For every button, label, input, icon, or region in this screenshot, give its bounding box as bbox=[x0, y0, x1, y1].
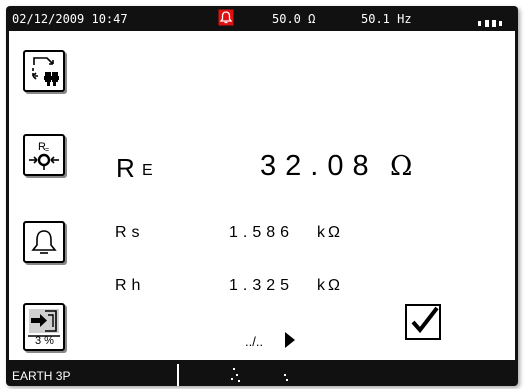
main-label-subscript: E bbox=[142, 162, 153, 179]
measurement-screen: R = 3 % R E 32.08 Ω Rs 1.586 kΩ Rh 1.325… bbox=[9, 31, 515, 360]
rh-value: 1.325 bbox=[229, 277, 295, 294]
alarm-bell-icon bbox=[31, 230, 57, 254]
rh-unit: kΩ bbox=[317, 277, 343, 294]
progress-dots-icon bbox=[228, 366, 298, 389]
more-pages-text: ../.. bbox=[245, 334, 264, 349]
next-page-icon[interactable] bbox=[284, 331, 296, 353]
status-bar: 02/12/2009 10:47 50.0 Ω 50.1 Hz bbox=[6, 6, 518, 31]
mode-label: EARTH 3P bbox=[12, 369, 71, 383]
battery-icon bbox=[478, 16, 502, 30]
measure-re-icon: R = bbox=[29, 141, 59, 170]
date-time: 02/12/2009 10:47 bbox=[12, 12, 128, 26]
export-button[interactable]: 3 % bbox=[23, 303, 65, 351]
measure-re-button[interactable]: R = bbox=[23, 134, 65, 176]
main-label: R bbox=[116, 153, 139, 183]
frequency-readout: 50.1 Hz bbox=[361, 12, 412, 26]
instrument-display: 02/12/2009 10:47 50.0 Ω 50.1 Hz R = 3 % … bbox=[6, 6, 518, 386]
main-value: 32.08 bbox=[260, 150, 378, 182]
rs-value: 1.586 bbox=[229, 224, 295, 241]
earth-stake-button[interactable] bbox=[23, 50, 65, 92]
main-unit: Ω bbox=[390, 151, 413, 182]
rh-label: Rh bbox=[115, 277, 146, 294]
rs-label: Rs bbox=[115, 224, 145, 241]
alarm-threshold-button[interactable] bbox=[23, 221, 65, 263]
bottom-bar: EARTH 3P bbox=[6, 360, 518, 386]
alarm-icon bbox=[218, 9, 234, 29]
svg-text:=: = bbox=[45, 147, 49, 154]
rs-unit: kΩ bbox=[317, 224, 343, 241]
bottom-divider bbox=[177, 364, 179, 386]
earth-stake-icon bbox=[32, 57, 59, 86]
mode-badge: 3 % bbox=[35, 335, 54, 347]
check-mark-icon bbox=[411, 306, 439, 334]
result-ok-checkbox[interactable] bbox=[405, 304, 441, 340]
voltage-readout: 50.0 Ω bbox=[272, 12, 316, 26]
